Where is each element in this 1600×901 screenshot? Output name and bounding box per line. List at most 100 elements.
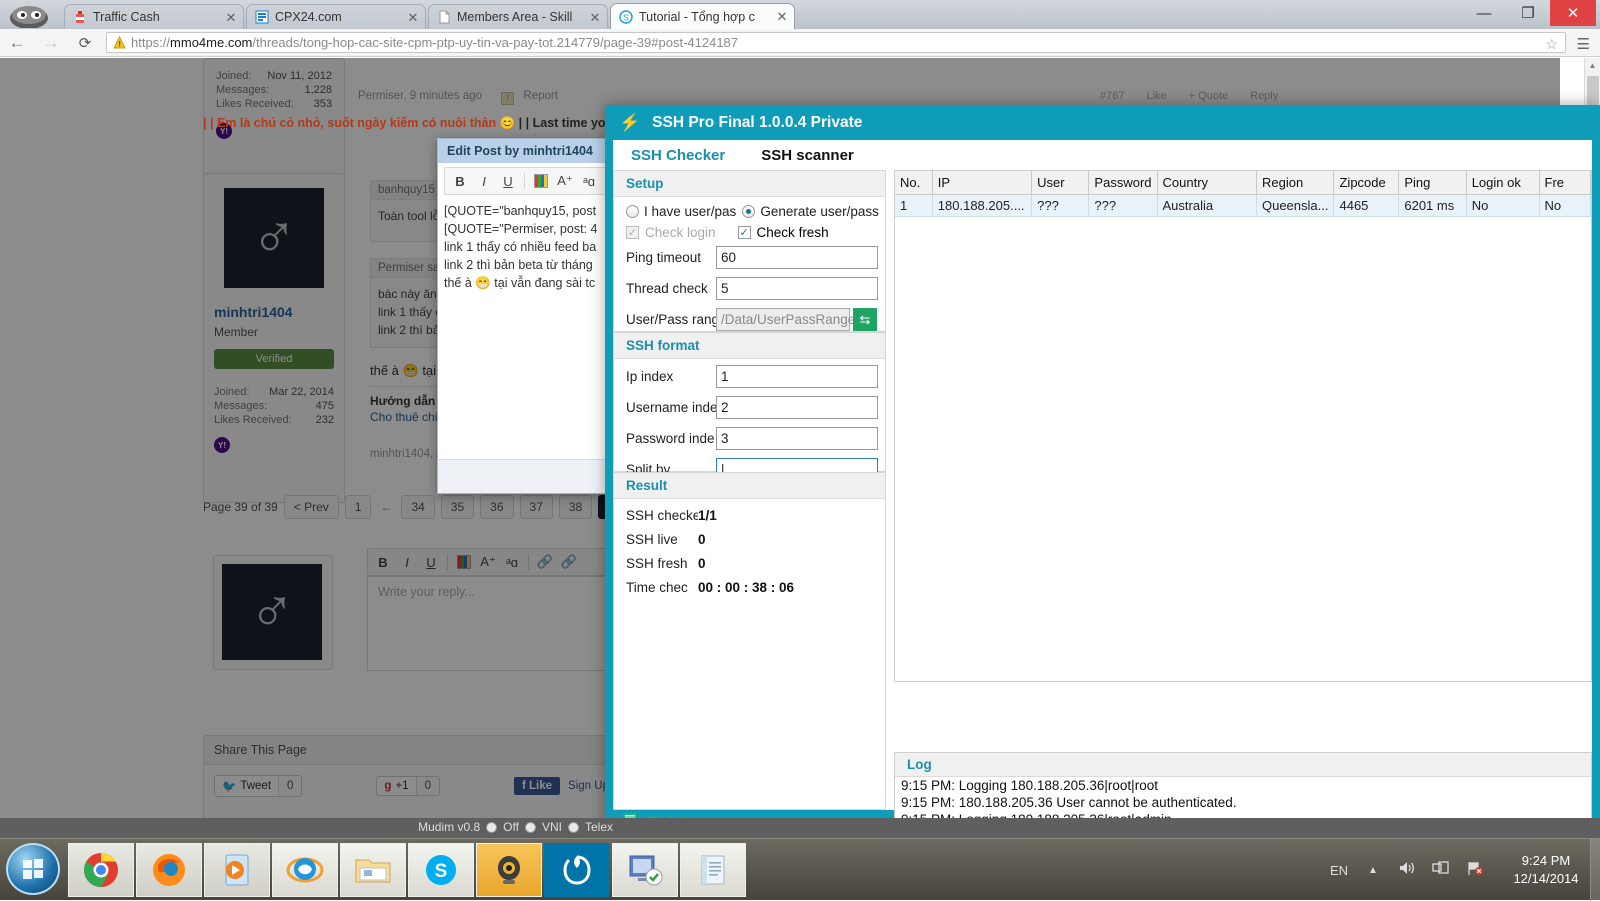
taskbar-notepad-icon[interactable]	[680, 843, 746, 897]
page-icon	[437, 10, 451, 24]
thread-check-input[interactable]: 5	[716, 277, 878, 300]
minimize-button[interactable]: —	[1462, 0, 1506, 26]
password-index-input[interactable]: 3	[716, 427, 878, 450]
security-warning-icon	[113, 35, 126, 49]
cell-ping: 6201 ms	[1398, 194, 1467, 217]
password-index-label: Password inde	[626, 431, 715, 446]
taskbar-clock[interactable]: 9:24 PM 12/14/2014	[1492, 852, 1600, 888]
setup-panel: Setup I have user/pas Generate user/pass…	[613, 170, 886, 362]
taskbar-file-explorer-icon[interactable]	[340, 843, 406, 897]
close-window-button[interactable]: ✕	[1550, 0, 1596, 26]
tab-close-icon[interactable]: ✕	[774, 10, 790, 23]
col-ip[interactable]: IP	[932, 171, 1033, 195]
taskbar-internet-explorer-icon[interactable]	[272, 843, 338, 897]
log-header: Log	[895, 753, 1591, 777]
col-ping[interactable]: Ping	[1398, 171, 1467, 195]
tab-close-icon[interactable]: ✕	[405, 11, 421, 24]
font-size-icon[interactable]: A⁺	[554, 171, 576, 191]
mudim-option-telex[interactable]: Telex	[585, 820, 613, 834]
tab-ssh-scanner[interactable]: SSH scanner	[743, 140, 872, 170]
mudim-radio-off[interactable]	[486, 821, 498, 833]
browser-tab-0[interactable]: Traffic Cash ✕	[64, 4, 244, 29]
network-icon[interactable]	[1424, 860, 1458, 881]
username-index-label: Username inde	[626, 400, 716, 415]
swap-icon[interactable]: ⇆	[853, 308, 877, 331]
mudim-option-off[interactable]: Off	[503, 820, 519, 834]
ping-timeout-input[interactable]: 60	[716, 246, 878, 269]
time-check-label: Time chec	[626, 580, 688, 595]
check-fresh-checkbox[interactable]: ✓	[737, 226, 751, 239]
col-region[interactable]: Region	[1256, 171, 1335, 195]
mudim-radio-telex[interactable]	[567, 821, 579, 833]
col-zipcode[interactable]: Zipcode	[1333, 171, 1400, 195]
flag-icon[interactable]	[1458, 860, 1492, 881]
radio-generate-userpass-label: Generate user/pass	[760, 204, 879, 219]
radio-have-userpass-label: I have user/pas	[644, 204, 737, 219]
ssh-fresh-label: SSH fresh	[626, 556, 688, 571]
ssh-fresh-row: SSH fresh 0	[626, 556, 885, 571]
cell-ip: 180.188.205....	[932, 194, 1033, 217]
clock-time: 9:24 PM	[1521, 853, 1571, 868]
col-password[interactable]: Password	[1088, 171, 1158, 195]
ticker-seg-1: 😊	[499, 116, 516, 130]
result-header: Result	[614, 473, 885, 499]
browser-tab-1[interactable]: CPX24.com ✕	[246, 4, 426, 29]
windows-taskbar: S EN ▲ 9:24 PM 12/14/2014	[0, 838, 1600, 901]
col-user[interactable]: User	[1031, 171, 1090, 195]
username-index-input[interactable]: 2	[716, 396, 878, 419]
taskbar-skype-icon[interactable]: S	[408, 843, 474, 897]
scroll-up-icon[interactable]: ▲	[1585, 58, 1600, 74]
ping-timeout-row: Ping timeout 60	[626, 244, 885, 271]
col-country[interactable]: Country	[1157, 171, 1257, 195]
ssh-titlebar: ⚡ SSH Pro Final 1.0.0.4 Private	[605, 105, 1600, 140]
taskbar-media-player-icon[interactable]	[204, 843, 270, 897]
ssh-tabs: SSH Checker SSH scanner	[613, 140, 872, 170]
results-table-panel[interactable]: No. IP User Password Country Region Zipc…	[894, 170, 1592, 682]
chrome-app-icon	[6, 4, 52, 29]
cell-country: Australia	[1157, 194, 1257, 217]
tab-close-icon[interactable]: ✕	[223, 11, 239, 24]
underline-button[interactable]: U	[497, 171, 519, 191]
back-button[interactable]: ←	[0, 33, 34, 53]
radio-have-userpass[interactable]	[626, 205, 639, 218]
ssh-body: Setup I have user/pas Generate user/pass…	[613, 170, 1592, 862]
palette-icon[interactable]	[530, 171, 552, 191]
italic-button[interactable]: I	[473, 171, 495, 191]
bold-button[interactable]: B	[449, 171, 471, 191]
radio-generate-userpass[interactable]	[742, 205, 756, 218]
mudim-option-vni[interactable]: VNI	[542, 820, 562, 834]
reload-button[interactable]: ⟳	[68, 34, 102, 52]
taskbar-remote-desktop-icon[interactable]	[612, 843, 678, 897]
col-fresh[interactable]: Fre	[1539, 171, 1591, 195]
show-desktop-button[interactable]	[1590, 839, 1600, 901]
col-no[interactable]: No.	[895, 171, 933, 195]
address-bar[interactable]: https://mmo4me.com/threads/tong-hop-cac-…	[106, 32, 1566, 53]
tab-ssh-checker[interactable]: SSH Checker	[613, 140, 744, 170]
volume-icon[interactable]	[1390, 860, 1424, 881]
tab-close-icon[interactable]: ✕	[587, 11, 603, 24]
userpass-range-input[interactable]: /Data/UserPassRange.	[716, 308, 859, 331]
mudim-radio-vni[interactable]	[524, 821, 536, 833]
check-login-checkbox[interactable]: ✓	[626, 226, 639, 239]
ip-index-input[interactable]: 1	[716, 365, 878, 388]
taskbar-firefox-icon[interactable]	[136, 843, 202, 897]
forward-button[interactable]: →	[34, 33, 68, 53]
taskbar-chrome-icon[interactable]	[68, 843, 134, 897]
col-login-ok[interactable]: Login ok	[1466, 171, 1540, 195]
table-row[interactable]: 1 180.188.205.... ??? ??? Australia Quee…	[895, 194, 1591, 217]
language-indicator[interactable]: EN	[1322, 863, 1356, 878]
font-face-icon[interactable]: ᵃɑ	[578, 171, 600, 191]
ticker-seg-0: | | Em là chú cỏ nhỏ, suốt ngày kiếm có …	[203, 116, 500, 130]
maximize-button[interactable]: ❐	[1506, 0, 1550, 26]
taskbar-refresh-app-icon[interactable]	[544, 843, 610, 897]
browser-tab-2[interactable]: Members Area - Skill ✕	[428, 4, 608, 29]
bookmark-star-icon[interactable]: ☆	[1545, 36, 1558, 53]
ssh-live-row: SSH live 0	[626, 532, 885, 547]
start-button[interactable]	[6, 843, 60, 895]
browser-menu-icon[interactable]: ☰	[1577, 35, 1590, 53]
bottle-icon	[73, 10, 87, 24]
browser-tab-3[interactable]: S Tutorial - Tổng hợp c ✕	[610, 3, 795, 29]
taskbar-webcam-icon[interactable]	[476, 843, 542, 897]
browser-tab-label: Traffic Cash	[93, 10, 160, 24]
chevron-up-icon[interactable]: ▲	[1356, 865, 1390, 876]
